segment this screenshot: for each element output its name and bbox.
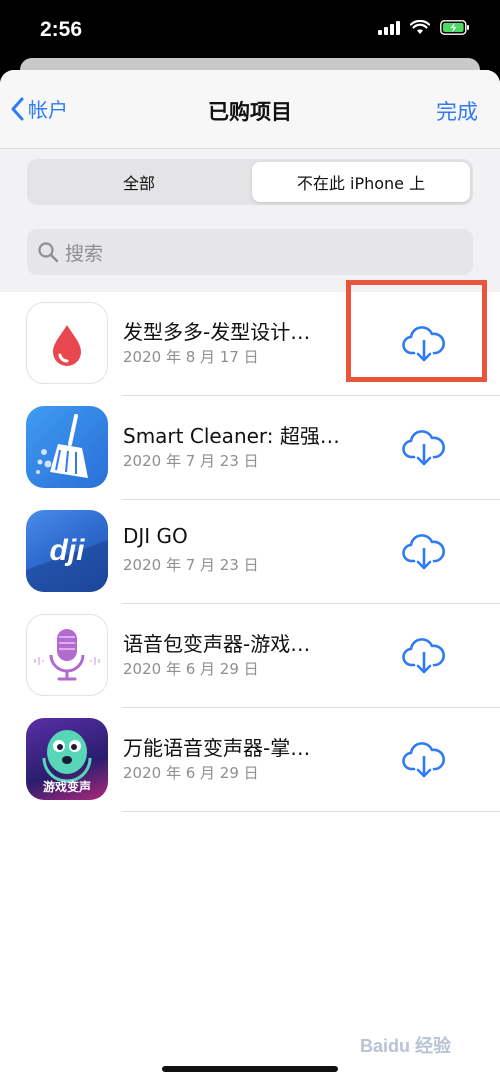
status-time: 2:56 — [40, 18, 83, 41]
navigation-bar: 帐户 已购项目 完成 — [0, 70, 500, 148]
list-item: 语音包变声器-游戏… 2020 年 6 月 29 日 — [0, 604, 500, 708]
row-divider — [122, 811, 500, 812]
app-name[interactable]: Smart Cleaner: 超强… — [123, 420, 340, 449]
app-name[interactable]: 发型多多-发型设计… — [123, 316, 310, 345]
status-bar: 2:56 — [0, 0, 500, 62]
cloud-download-icon[interactable] — [402, 428, 446, 468]
cloud-download-icon[interactable] — [402, 636, 446, 676]
list-item: dji DJI GO 2020 年 7 月 23 日 — [0, 500, 500, 604]
battery-charging-icon — [440, 20, 469, 35]
search-field[interactable]: 搜索 — [27, 229, 473, 275]
wifi-icon — [410, 20, 430, 34]
list-item: Smart Cleaner: 超强… 2020 年 7 月 23 日 — [0, 396, 500, 500]
svg-text:dji: dji — [50, 534, 86, 567]
page-title: 已购项目 — [208, 100, 292, 124]
purchased-sheet: 帐户 已购项目 完成 全部 不在此 iPhone 上 搜索 发型多多-发型设计…… — [0, 70, 500, 1084]
monster-face-icon[interactable]: 游戏变声 — [26, 718, 108, 800]
purchase-date: 2020 年 6 月 29 日 — [123, 764, 259, 782]
segment-all[interactable]: 全部 — [30, 162, 248, 202]
home-indicator[interactable] — [162, 1066, 338, 1072]
search-placeholder: 搜索 — [65, 242, 104, 265]
list-item: 游戏变声 万能语音变声器-掌… 2020 年 6 月 29 日 — [0, 708, 500, 812]
done-button[interactable]: 完成 — [436, 96, 478, 126]
purchased-app-list: 发型多多-发型设计… 2020 年 8 月 17 日 Smart Cleaner… — [0, 292, 500, 812]
blood-drop-icon[interactable] — [26, 302, 108, 384]
cloud-download-icon[interactable] — [402, 532, 446, 572]
dji-logo-icon[interactable]: dji — [26, 510, 108, 592]
purchase-date: 2020 年 7 月 23 日 — [123, 452, 259, 470]
microphone-icon[interactable] — [26, 614, 108, 696]
segment-not-on-device[interactable]: 不在此 iPhone 上 — [252, 162, 470, 202]
app-icon-caption: 游戏变声 — [42, 780, 91, 794]
filter-area: 全部 不在此 iPhone 上 搜索 — [0, 148, 500, 292]
status-icons — [378, 20, 470, 35]
purchase-date: 2020 年 6 月 29 日 — [123, 660, 259, 678]
purchase-date: 2020 年 8 月 17 日 — [123, 348, 259, 366]
purchase-date: 2020 年 7 月 23 日 — [123, 556, 259, 574]
signal-icon — [378, 20, 400, 35]
app-name[interactable]: 万能语音变声器-掌… — [123, 732, 310, 761]
segmented-control: 全部 不在此 iPhone 上 — [27, 159, 473, 205]
app-name[interactable]: DJI GO — [123, 524, 188, 548]
search-icon — [38, 242, 59, 263]
cloud-download-icon[interactable] — [402, 740, 446, 780]
watermark: Baidu 经验 — [360, 1036, 452, 1056]
cloud-download-icon[interactable] — [402, 324, 446, 364]
app-name[interactable]: 语音包变声器-游戏… — [123, 628, 310, 657]
broom-icon[interactable] — [26, 406, 108, 488]
list-item: 发型多多-发型设计… 2020 年 8 月 17 日 — [0, 292, 500, 396]
